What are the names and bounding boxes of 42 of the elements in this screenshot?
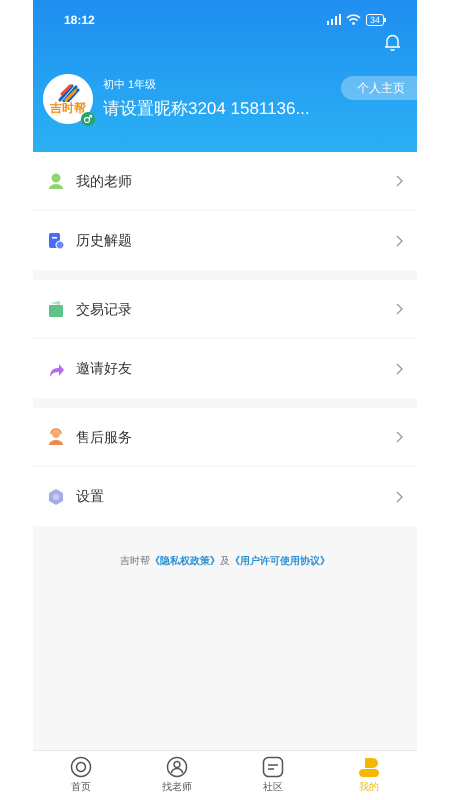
bell-icon[interactable]	[384, 33, 401, 52]
wifi-icon	[346, 14, 361, 25]
chevron-right-icon	[396, 303, 403, 315]
logo-text: 吉时帮	[50, 102, 86, 114]
message-icon	[262, 756, 284, 778]
tab[interactable]: 首页	[33, 751, 129, 800]
chevron-right-icon	[396, 431, 403, 443]
person-icon	[166, 756, 188, 778]
signal-icon	[324, 14, 341, 25]
home-icon	[70, 756, 92, 778]
menu-label: 邀请好友	[76, 359, 133, 378]
nickname: 请设置昵称3204 1581136...	[103, 98, 311, 120]
document-icon	[47, 232, 65, 250]
settings-icon	[47, 488, 65, 506]
stripes-icon	[56, 84, 80, 102]
brand-text: 吉时帮	[120, 554, 150, 569]
wallet-icon	[47, 300, 65, 318]
menu-item[interactable]: 交易记录	[33, 280, 417, 339]
tab[interactable]: 找老师	[129, 751, 225, 800]
person-icon	[358, 756, 380, 778]
chevron-right-icon	[396, 490, 403, 502]
grade-label: 初中 1年级	[103, 78, 158, 93]
chevron-right-icon	[396, 234, 403, 246]
menu-item[interactable]: 我的老师	[33, 152, 417, 211]
menu-item[interactable]: 历史解题	[33, 211, 417, 270]
menu-label: 我的老师	[76, 172, 133, 190]
menu-label: 设置	[76, 487, 105, 506]
menu-item[interactable]: 邀请好友	[33, 339, 417, 398]
tab[interactable]: 社区	[225, 751, 321, 800]
male-icon	[81, 112, 95, 126]
conjunction-text: 及	[220, 555, 230, 569]
menu-label: 交易记录	[76, 300, 133, 318]
menu-item[interactable]: 设置	[33, 467, 417, 526]
status-time: 18:12	[64, 12, 95, 28]
person-icon	[47, 172, 65, 190]
menu-item[interactable]: 售后服务	[33, 408, 417, 467]
menu-label: 历史解题	[76, 231, 133, 250]
battery-icon: 34	[366, 14, 386, 26]
chevron-right-icon	[396, 362, 403, 374]
chevron-right-icon	[396, 175, 403, 187]
headset-person-icon	[47, 428, 65, 446]
menu-label: 售后服务	[76, 428, 133, 446]
